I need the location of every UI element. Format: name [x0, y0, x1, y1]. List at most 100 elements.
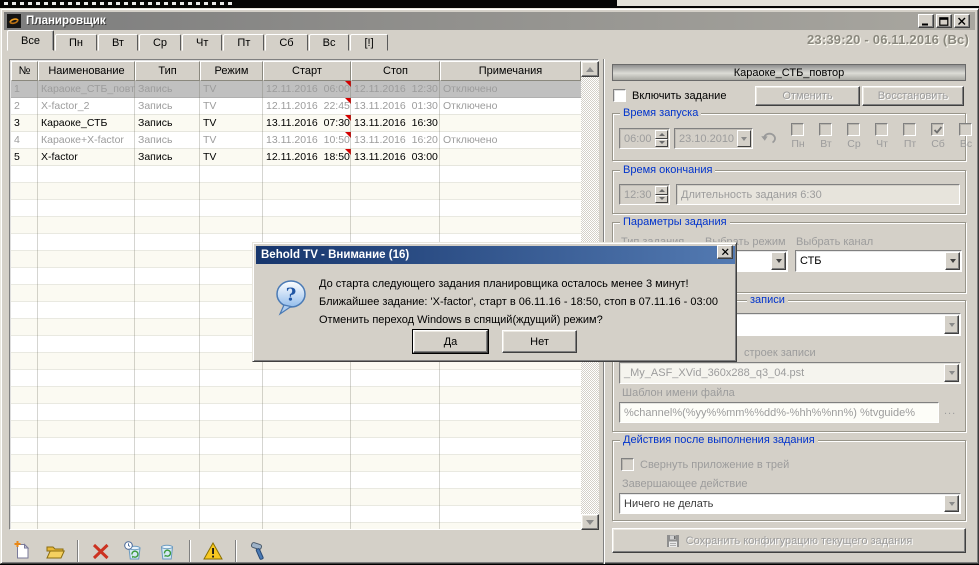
- day-label: Сб: [925, 138, 951, 150]
- cell-mode: TV: [200, 132, 263, 149]
- final-action-combobox[interactable]: Ничего не делать: [619, 493, 961, 514]
- tab-[!][interactable]: [!]: [350, 34, 387, 51]
- day-item-Ср: Ср: [841, 123, 867, 150]
- minimize-to-tray-checkbox[interactable]: [621, 458, 634, 471]
- cell-start: 12.11.2016 18:50: [263, 149, 351, 166]
- maximize-button[interactable]: [936, 14, 952, 28]
- tools-icon[interactable]: [248, 540, 270, 562]
- preset-dropdown-arrow[interactable]: [944, 364, 959, 382]
- column-header[interactable]: Режим: [200, 61, 263, 81]
- start-date-combobox[interactable]: 23.10.2010: [674, 128, 753, 149]
- cell-stop: 13.11.2016 03:00: [351, 149, 440, 166]
- table-row[interactable]: 2X-factor_2ЗаписьTV12.11.2016 22:4513.11…: [11, 98, 581, 115]
- yes-button[interactable]: Да: [413, 330, 488, 353]
- channel-combobox[interactable]: СТБ: [795, 250, 962, 272]
- filename-template-field[interactable]: %channel%(%yy%%mm%%dd%-%hh%%nn%) %tvguid…: [619, 402, 939, 423]
- save-config-label: Сохранить конфигурацию текущего задания: [686, 535, 913, 547]
- start-time-spinner[interactable]: 06:00: [619, 128, 670, 149]
- day-checkbox-Чт[interactable]: [875, 123, 888, 136]
- column-header[interactable]: Наименование: [38, 61, 135, 81]
- restore-button[interactable]: Восстановить: [862, 86, 964, 106]
- tab-Пт[interactable]: Пт: [223, 34, 264, 51]
- day-checkbox-Ср[interactable]: [847, 123, 860, 136]
- open-icon[interactable]: [44, 540, 66, 562]
- cell-num: 4: [11, 132, 38, 149]
- cell-type: Запись: [135, 149, 200, 166]
- tab-Пн[interactable]: Пн: [55, 34, 97, 51]
- cell-note: Отключено: [440, 98, 581, 115]
- new-task-icon[interactable]: [11, 540, 33, 562]
- app-icon: [7, 14, 21, 28]
- cell-type: Запись: [135, 115, 200, 132]
- dialog-message-line3: Отменить переход Windows в спящий(ждущий…: [319, 314, 603, 326]
- bottom-toolbar: [11, 538, 270, 564]
- minimize-button[interactable]: [918, 14, 934, 28]
- column-header[interactable]: Стоп: [351, 61, 440, 81]
- minimize-to-tray-label: Свернуть приложение в трей: [640, 459, 789, 471]
- tab-Вт[interactable]: Вт: [98, 34, 138, 51]
- browse-button[interactable]: ...: [944, 405, 956, 417]
- end-time-group-label: Время окончания: [620, 164, 715, 177]
- end-time-spinner[interactable]: 12:30: [619, 184, 670, 205]
- day-label: Пт: [897, 138, 923, 150]
- delete-icon[interactable]: [90, 540, 112, 562]
- save-config-button[interactable]: Сохранить конфигурацию текущего задания: [612, 528, 966, 553]
- task-params-group-label: Параметры задания: [620, 216, 730, 229]
- cell-stop: 12.11.2016 12:30: [351, 81, 440, 98]
- dialog-title-bar[interactable]: Behold TV - Внимание (16): [256, 246, 735, 264]
- preset-combobox[interactable]: _My_ASF_XVid_360x288_q3_04.pst: [619, 362, 961, 384]
- title-bar[interactable]: Планировщик: [4, 12, 975, 30]
- duration-field: Длительность задания 6:30: [676, 184, 960, 205]
- day-checkbox-Пн[interactable]: [791, 123, 804, 136]
- enable-task-label: Включить задание: [632, 90, 726, 102]
- tab-Сб[interactable]: Сб: [265, 34, 307, 51]
- day-checkbox-Вт[interactable]: [819, 123, 832, 136]
- day-label: Вт: [813, 138, 839, 150]
- day-checkbox-Сб[interactable]: [931, 123, 944, 136]
- start-date-dropdown-arrow[interactable]: [737, 130, 751, 147]
- table-row[interactable]: 5X-factorЗаписьTV12.11.2016 18:5013.11.2…: [11, 149, 581, 166]
- tab-Чт[interactable]: Чт: [182, 34, 222, 51]
- cancel-button[interactable]: Отменить: [755, 86, 860, 106]
- record-dropdown-arrow[interactable]: [944, 315, 959, 334]
- column-header[interactable]: Тип: [135, 61, 200, 81]
- column-header[interactable]: Примечания: [440, 61, 581, 81]
- tab-Вс[interactable]: Вс: [309, 34, 350, 51]
- no-button[interactable]: Нет: [502, 330, 577, 353]
- column-header[interactable]: №: [11, 61, 38, 81]
- cell-name: Караоке_СТБ: [38, 115, 135, 132]
- day-checkbox-Вс[interactable]: [959, 123, 972, 136]
- close-button[interactable]: [954, 14, 970, 28]
- day-label: Вс: [953, 138, 979, 150]
- warning-icon[interactable]: [202, 540, 224, 562]
- day-item-Чт: Чт: [869, 123, 895, 150]
- cell-name: Караоке_СТБ_повтор: [38, 81, 135, 98]
- cell-num: 5: [11, 149, 38, 166]
- scroll-up-button[interactable]: [581, 61, 599, 77]
- background-dashes: [4, 2, 234, 5]
- recycle-clock-icon[interactable]: [123, 540, 145, 562]
- cell-note: Отключено: [440, 132, 581, 149]
- scroll-down-button[interactable]: [581, 514, 599, 530]
- enable-task-checkbox[interactable]: [613, 89, 626, 102]
- dialog-close-button[interactable]: [717, 245, 733, 259]
- tab-Все[interactable]: Все: [7, 30, 54, 51]
- column-header[interactable]: Старт: [263, 61, 351, 81]
- channel-dropdown-arrow[interactable]: [945, 252, 960, 270]
- end-time-spin-buttons[interactable]: [655, 186, 668, 203]
- final-action-dropdown-arrow[interactable]: [944, 495, 959, 512]
- table-row[interactable]: 3Караоке_СТБЗаписьTV13.11.2016 07:3013.1…: [11, 115, 581, 132]
- table-row[interactable]: 1Караоке_СТБ_повторЗаписьTV12.11.2016 06…: [11, 81, 581, 98]
- start-time-spin-buttons[interactable]: [655, 130, 668, 147]
- tab-Ср[interactable]: Ср: [139, 34, 181, 51]
- background-light-segment: [617, 0, 979, 6]
- day-checkbox-Пт[interactable]: [903, 123, 916, 136]
- cell-name: X-factor_2: [38, 98, 135, 115]
- start-time-group: Время запуска 06:00 23.10.2010 ПнВтСрЧтП…: [612, 113, 966, 161]
- mode-dropdown-arrow[interactable]: [771, 252, 786, 270]
- table-row[interactable]: 4Караоке+X-factorЗаписьTV13.11.2016 10:5…: [11, 132, 581, 149]
- undo-icon[interactable]: [760, 131, 776, 147]
- cell-mode: TV: [200, 98, 263, 115]
- cell-mode: TV: [200, 149, 263, 166]
- recycle-icon[interactable]: [156, 540, 178, 562]
